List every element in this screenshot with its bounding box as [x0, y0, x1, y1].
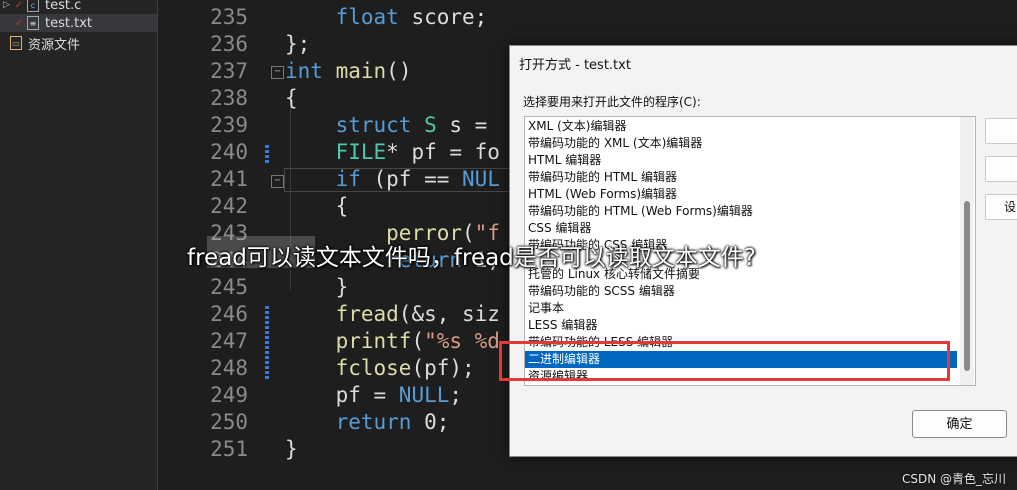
code-line[interactable]: int main(): [285, 59, 411, 83]
code-line[interactable]: fclose(pf);: [285, 356, 475, 380]
program-item[interactable]: LESS 编辑器: [525, 317, 957, 334]
code-line[interactable]: struct S s =: [285, 113, 500, 137]
tree-item-test-c[interactable]: ▷ ✓ c test.c: [0, 0, 157, 14]
code-line[interactable]: fread(&s, siz: [285, 302, 500, 326]
folder-icon: ▭: [10, 36, 22, 50]
program-item[interactable]: CSS 编辑器: [525, 220, 957, 237]
list-scrollbar[interactable]: [960, 117, 974, 385]
line-number: 246: [210, 302, 248, 326]
line-number: 249: [210, 383, 248, 407]
dialog-title: 打开方式 - test.txt: [519, 58, 631, 73]
line-number: 238: [210, 86, 248, 110]
line-number: 239: [210, 113, 248, 137]
line-number: 240: [210, 140, 248, 164]
change-indicator: [265, 306, 269, 379]
program-item[interactable]: 带编码功能的 HTML 编辑器: [525, 169, 957, 186]
line-number: 236: [210, 32, 248, 56]
line-number: 242: [210, 194, 248, 218]
line-number: 248: [210, 356, 248, 380]
code-line[interactable]: pf = NULL;: [285, 383, 462, 407]
tree-item-test-txt[interactable]: ✓ ≡ test.txt: [0, 14, 157, 32]
checked-in-icon: ✓: [14, 17, 24, 29]
program-item[interactable]: XML (文本)编辑器: [525, 118, 957, 135]
code-line[interactable]: };: [285, 32, 310, 56]
tree-item-label: 资源文件: [28, 37, 81, 53]
code-line[interactable]: if (pf == NUL: [285, 167, 500, 191]
overlay-caption: fread可以读文本文件吗，fread是否可以读取文本文件?: [187, 245, 756, 271]
ok-button[interactable]: 确定: [912, 410, 1007, 438]
line-number: 237: [210, 59, 248, 83]
text-file-icon: ≡: [27, 16, 39, 30]
line-number: 250: [210, 410, 248, 434]
program-item[interactable]: 带编码功能的 XML (文本)编辑器: [525, 135, 957, 152]
program-item[interactable]: 记事本: [525, 300, 957, 317]
collapse-icon[interactable]: −: [271, 175, 284, 188]
checked-in-icon: ✓: [14, 0, 24, 11]
remove-button[interactable]: [985, 156, 1017, 182]
line-number: 241: [210, 167, 248, 191]
watermark: CSDN @青色_忘川: [902, 472, 1007, 486]
chevron-right-icon[interactable]: ▷: [3, 0, 13, 10]
code-line[interactable]: FILE* pf = fo: [285, 140, 500, 164]
code-line[interactable]: float score;: [285, 5, 488, 29]
code-line[interactable]: }: [285, 275, 349, 299]
solution-explorer: ▷ ✓ c test.c ✓ ≡ test.txt ▭ 资源文件: [0, 0, 158, 490]
code-line[interactable]: return 0;: [285, 410, 450, 434]
program-item[interactable]: HTML (Web Forms)编辑器: [525, 186, 957, 203]
code-line[interactable]: {: [285, 86, 298, 110]
dialog-prompt: 选择要用来打开此文件的程序(C):: [523, 95, 701, 109]
tree-item-label: test.txt: [45, 15, 92, 31]
code-line[interactable]: }: [285, 437, 298, 461]
annotation-highlight-box: [499, 341, 950, 381]
line-number: 247: [210, 329, 248, 353]
line-number: 245: [210, 275, 248, 299]
add-button[interactable]: [985, 118, 1017, 144]
set-default-button[interactable]: 设: [985, 194, 1017, 220]
program-item[interactable]: 带编码功能的 SCSS 编辑器: [525, 283, 957, 300]
program-item[interactable]: 带编码功能的 HTML (Web Forms)编辑器: [525, 203, 957, 220]
c-file-icon: c: [27, 0, 39, 12]
line-number: 251: [210, 437, 248, 461]
program-item[interactable]: HTML 编辑器: [525, 152, 957, 169]
collapse-icon[interactable]: −: [271, 66, 284, 79]
scrollbar-thumb[interactable]: [964, 201, 970, 371]
line-number: 235: [210, 5, 248, 29]
code-line[interactable]: {: [285, 194, 349, 218]
tree-item-label: test.c: [45, 0, 82, 13]
code-line[interactable]: printf("%s %d: [285, 329, 500, 353]
tree-item-resource-files[interactable]: ▭ 资源文件: [0, 34, 157, 53]
change-indicator: [265, 143, 269, 163]
